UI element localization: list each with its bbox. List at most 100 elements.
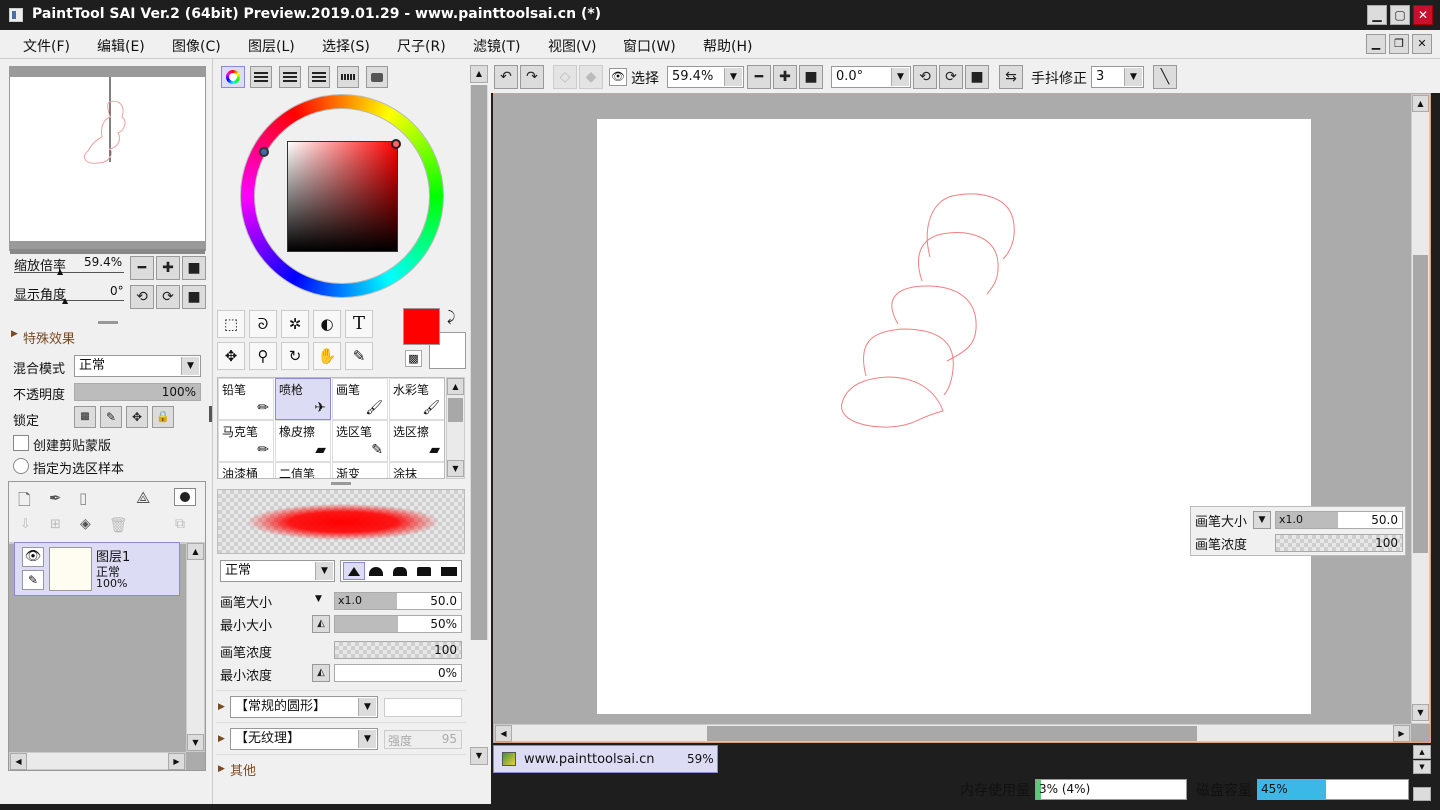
texture-strength-field[interactable]: 强度 95 [384, 730, 462, 749]
rotate-reset-button[interactable]: ■ [182, 285, 206, 309]
overlay-size-slider[interactable]: x1.0 50.0 [1275, 511, 1403, 529]
selection-sample-radio[interactable] [13, 458, 29, 474]
edge-medium-icon[interactable] [417, 567, 431, 576]
brush-preset[interactable]: 渐变 [332, 462, 388, 478]
pressure-density-icon[interactable]: ◭ [312, 664, 330, 682]
brush-size-slider[interactable]: x1.0 50.0 [334, 592, 462, 610]
canvas-document[interactable] [597, 119, 1311, 714]
swatches-tab[interactable] [337, 66, 359, 88]
rotate-left-button[interactable]: ⟲ [130, 285, 154, 309]
brush-preset[interactable]: 二值笔 [275, 462, 331, 478]
min-density-slider[interactable]: 0% [334, 664, 462, 682]
brush-density-slider[interactable]: 100 [334, 641, 462, 659]
menu-window[interactable]: 窗口(W) [623, 36, 676, 56]
panel-scroll-down[interactable]: ▼ [470, 747, 488, 765]
merge-down-icon[interactable]: ⊞ [50, 517, 61, 532]
panel-scroll-thumb[interactable] [471, 85, 487, 640]
brush-preset[interactable]: 喷枪 ✈ [275, 378, 331, 420]
canvas-scroll-down[interactable]: ▼ [1412, 704, 1429, 721]
transfer-down-icon[interactable]: ⇩ [20, 517, 31, 532]
clear-layer-icon[interactable]: ◈ [80, 516, 91, 532]
canvas-viewport[interactable]: 画笔大小 ▼ x1.0 50.0 画笔浓度 100 ▲ ▼ ◀ ▶ [493, 93, 1431, 743]
document-tab[interactable]: www.painttoolsai.cn 59% [493, 745, 718, 773]
color-mixer-tab[interactable] [308, 66, 330, 88]
pressure-size-icon[interactable]: ◭ [312, 615, 330, 633]
brush-preset[interactable]: 橡皮擦 ▰ [275, 420, 331, 462]
stabilizer-select[interactable]: 3 ▼ [1091, 66, 1144, 88]
lock-transparency-icon[interactable]: ▩ [74, 406, 96, 428]
menu-ruler[interactable]: 尺子(R) [397, 36, 446, 56]
apply-mask-icon[interactable]: ⧉ [175, 516, 185, 532]
maximize-button[interactable]: ▢ [1390, 5, 1410, 25]
lock-all-icon[interactable]: 🔒 [152, 406, 174, 428]
doc-minimize-button[interactable]: ▁ [1366, 34, 1386, 54]
expand-shape-icon[interactable]: ▶ [218, 702, 225, 712]
menu-file[interactable]: 文件(F) [23, 36, 70, 56]
navigator-splitter[interactable] [10, 249, 205, 254]
canvas-scroll-up[interactable]: ▲ [1412, 95, 1429, 112]
brush-mode-select[interactable]: 正常 ▼ [220, 560, 335, 582]
blend-mode-select[interactable]: 正常 ▼ [74, 355, 201, 377]
panel-splitter[interactable] [98, 321, 118, 324]
menu-help[interactable]: 帮助(H) [703, 36, 752, 56]
status-resize-grip[interactable] [1413, 787, 1431, 801]
menu-filter[interactable]: 滤镜(T) [473, 36, 520, 56]
texture-select[interactable]: 【无纹理】 ▼ [230, 728, 378, 750]
tool-lasso[interactable]: ᘐ [249, 310, 277, 338]
rgb-slider-tab[interactable] [250, 66, 272, 88]
new-layer-icon[interactable]: 🗋 [18, 489, 31, 516]
canvas-hscrollbar[interactable] [494, 724, 1411, 742]
opacity-slider[interactable]: 100% [74, 383, 201, 401]
effects-section-title[interactable]: 特殊效果 [23, 328, 75, 347]
brush-shape-select[interactable]: 【常规的圆形】 ▼ [230, 696, 378, 718]
overlay-density-slider[interactable]: 100 [1275, 534, 1403, 552]
brush-preset[interactable]: 铅笔 ✏ [218, 378, 274, 420]
hsv-slider-tab[interactable] [279, 66, 301, 88]
doc-restore-button[interactable]: ❐ [1389, 34, 1409, 54]
zoom-out-button[interactable]: ━ [130, 256, 154, 280]
undo-button[interactable]: ↶ [494, 65, 518, 89]
toolbar-rotate-left-button[interactable]: ⟲ [913, 65, 937, 89]
collapse-arrow-icon[interactable]: ▶ [11, 329, 18, 339]
brush-preset[interactable]: 选区笔 ✎ [332, 420, 388, 462]
layer-hscrollbar[interactable] [9, 752, 186, 770]
new-mask-icon[interactable] [174, 488, 196, 506]
angle-slider-handle[interactable]: ▲ [62, 296, 68, 305]
shape-strength-field[interactable] [384, 698, 462, 717]
toolbar-rotate-right-button[interactable]: ⟳ [939, 65, 963, 89]
tabs-scroll-up[interactable]: ▲ [1413, 745, 1431, 759]
scroll-up-arrow[interactable]: ▲ [187, 543, 204, 560]
canvas-vscrollbar[interactable] [1411, 94, 1430, 724]
tool-text[interactable]: T [345, 310, 373, 338]
tool-magic-wand[interactable]: ✲ [281, 310, 309, 338]
scroll-right-arrow[interactable]: ▶ [168, 753, 185, 770]
brush-preset[interactable]: 涂抹 [389, 462, 444, 478]
flip-horizontal-button[interactable]: ⇆ [999, 65, 1023, 89]
primary-color-swatch[interactable] [403, 308, 440, 345]
deselect-button[interactable]: ◇ [553, 65, 577, 89]
eye-icon[interactable]: 👁 [22, 547, 44, 567]
toolbar-zoom-out-button[interactable]: ━ [747, 65, 771, 89]
brush-preset[interactable]: 选区擦 ▰ [389, 420, 444, 462]
menu-image[interactable]: 图像(C) [172, 36, 221, 56]
zoom-in-button[interactable]: ✚ [156, 256, 180, 280]
close-button[interactable]: ✕ [1413, 5, 1433, 25]
delete-layer-icon[interactable]: 🗑 [109, 516, 128, 534]
menu-edit[interactable]: 编辑(E) [97, 36, 145, 56]
new-vector-layer-icon[interactable]: ✒ [49, 489, 62, 507]
saturation-value-square[interactable] [287, 141, 398, 252]
tool-eyedropper[interactable]: ✎ [345, 342, 373, 370]
edge-flat-icon[interactable] [441, 567, 457, 576]
color-wheel[interactable] [240, 94, 444, 298]
new-folder-icon[interactable]: ▯ [79, 489, 87, 507]
expand-other-icon[interactable]: ▶ [218, 764, 225, 774]
zoom-slider-handle[interactable]: ▲ [57, 267, 63, 276]
menu-select[interactable]: 选择(S) [322, 36, 370, 56]
invert-selection-button[interactable]: ◆ [579, 65, 603, 89]
brush-preset[interactable]: 画笔 🖌 [332, 378, 388, 420]
zoom-reset-button[interactable]: ■ [182, 256, 206, 280]
navigator-preview[interactable] [9, 66, 206, 251]
scroll-left-arrow[interactable]: ◀ [10, 753, 27, 770]
size-dropdown-arrow-icon[interactable]: ▼ [315, 594, 322, 604]
brush-preset[interactable]: 马克笔 ✏ [218, 420, 274, 462]
